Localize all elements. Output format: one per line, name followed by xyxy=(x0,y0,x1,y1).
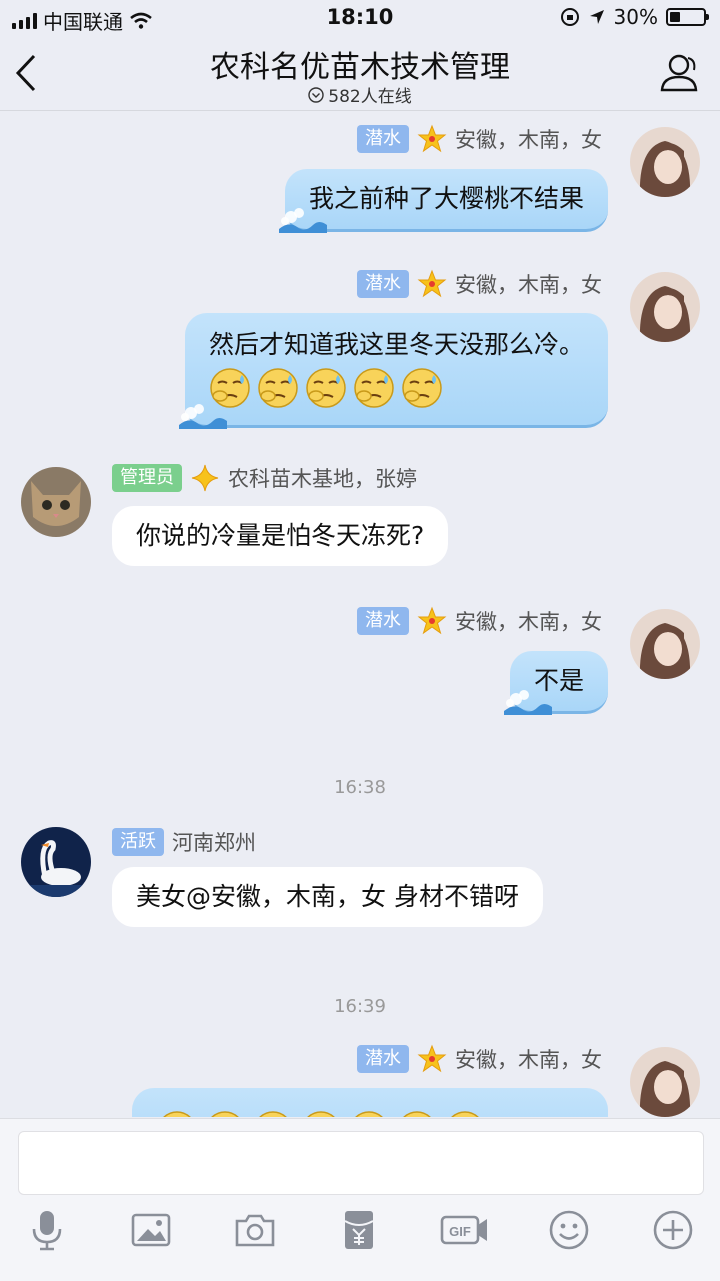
emoji-row xyxy=(156,1110,584,1117)
sender-name: 安徽，木南，女 xyxy=(455,273,602,297)
avatar[interactable] xyxy=(630,609,700,679)
rank-badge: 潜水 xyxy=(357,1045,409,1073)
image-icon[interactable] xyxy=(128,1207,174,1253)
sender-name: 农科苗木基地，张婷 xyxy=(228,467,417,491)
gif-icon[interactable]: GIF xyxy=(440,1207,490,1253)
avatar[interactable] xyxy=(21,467,91,537)
message-input[interactable] xyxy=(18,1131,704,1195)
message-bubble[interactable]: 不是 xyxy=(503,651,608,715)
message-bubble[interactable] xyxy=(132,1088,608,1117)
sweat-emoji-icon xyxy=(397,1111,437,1117)
rotation-lock-icon xyxy=(560,8,579,26)
message-bubble[interactable]: 你说的冷量是怕冬天冻死? xyxy=(112,506,449,566)
rank-badge: 管理员 xyxy=(112,464,182,492)
avatar[interactable] xyxy=(630,272,700,342)
emoji-row xyxy=(209,367,584,409)
sender-meta: 活跃 河南郑州 xyxy=(112,827,256,857)
status-bar: 中国联通 18:10 30% xyxy=(0,0,720,36)
avatar[interactable] xyxy=(630,1047,700,1117)
status-right: 30% xyxy=(560,5,709,29)
camera-icon[interactable] xyxy=(232,1207,278,1253)
diamond-star-icon xyxy=(191,464,219,492)
sweat-emoji-icon xyxy=(305,368,346,408)
message-outgoing: 潜水 安徽，木南，女 我之前种了大樱桃不结果 xyxy=(0,111,720,241)
star-icon xyxy=(417,124,447,153)
location-icon xyxy=(589,10,604,24)
smiley-icon[interactable] xyxy=(546,1207,592,1253)
message-incoming: 活跃 河南郑州 美女@安徽，木南，女 身材不错呀 xyxy=(0,811,720,951)
toolbar: GIF xyxy=(0,1207,720,1267)
online-count: 582人在线 xyxy=(0,82,720,107)
group-title: 农科名优苗木技术管理 xyxy=(210,50,510,85)
chevron-down-circle-icon xyxy=(308,86,324,103)
avatar[interactable] xyxy=(21,827,91,897)
online-count-label: 582人在线 xyxy=(328,87,412,107)
sweat-emoji-icon xyxy=(301,1111,341,1117)
sender-meta: 潜水 安徽，木南，女 xyxy=(357,124,602,154)
sweat-emoji-icon xyxy=(253,1111,293,1117)
sweat-emoji-icon xyxy=(401,368,442,408)
message-text: 我之前种了大樱桃不结果 xyxy=(308,184,584,213)
wave-decoration-icon xyxy=(278,208,327,233)
sweat-emoji-icon xyxy=(445,1111,485,1117)
sweat-emoji-icon xyxy=(257,368,298,408)
microphone-icon[interactable] xyxy=(24,1207,70,1253)
message-text: 你说的冷量是怕冬天冻死? xyxy=(136,521,425,550)
rank-badge: 潜水 xyxy=(357,125,409,153)
message-bubble[interactable]: 我之前种了大樱桃不结果 xyxy=(278,169,608,233)
sweat-emoji-icon xyxy=(353,368,394,408)
battery-fill xyxy=(670,12,680,22)
sweat-emoji-icon xyxy=(349,1111,389,1117)
wave-decoration-icon xyxy=(178,404,227,429)
wave-decoration-icon xyxy=(503,690,552,715)
time-separator: 16:38 xyxy=(334,777,386,798)
message-outgoing: 潜水 安徽，木南，女 xyxy=(0,1031,720,1117)
sweat-emoji-icon xyxy=(205,1111,245,1117)
rank-badge: 活跃 xyxy=(112,828,164,856)
star-icon xyxy=(417,269,447,298)
sender-meta: 潜水 安徽，木南，女 xyxy=(357,1044,602,1074)
battery-icon xyxy=(666,8,709,26)
message-bubble[interactable]: 然后才知道我这里冬天没那么冷。 xyxy=(178,313,608,429)
sender-name: 安徽，木南，女 xyxy=(455,1048,602,1072)
message-incoming: 管理员 农科苗木基地，张婷 你说的冷量是怕冬天冻死? xyxy=(0,451,720,591)
sender-name: 安徽，木南，女 xyxy=(455,128,602,152)
message-outgoing: 潜水 安徽，木南，女 不是 xyxy=(0,593,720,723)
sender-meta: 潜水 安徽，木南，女 xyxy=(357,606,602,636)
message-bubble[interactable]: 美女@安徽，木南，女 身材不错呀 xyxy=(112,867,543,927)
plus-icon[interactable] xyxy=(650,1207,696,1253)
star-icon xyxy=(417,606,447,635)
group-members-icon[interactable] xyxy=(656,50,702,96)
red-packet-icon[interactable] xyxy=(336,1207,382,1253)
rank-badge: 潜水 xyxy=(357,607,409,635)
svg-text:GIF: GIF xyxy=(449,1224,471,1239)
sweat-emoji-icon xyxy=(157,1111,197,1117)
sender-meta: 管理员 农科苗木基地，张婷 xyxy=(112,463,417,493)
sender-meta: 潜水 安徽，木南，女 xyxy=(357,269,602,299)
rank-badge: 潜水 xyxy=(357,270,409,298)
message-outgoing: 潜水 安徽，木南，女 然后才知道我这里冬天没那么冷。 xyxy=(0,256,720,436)
time-separator: 16:39 xyxy=(334,996,386,1017)
avatar[interactable] xyxy=(630,127,700,197)
star-icon xyxy=(417,1044,447,1073)
chat-header: 农科名优苗木技术管理 582人在线 xyxy=(0,36,720,111)
sender-name: 安徽，木南，女 xyxy=(455,610,602,634)
sender-name: 河南郑州 xyxy=(172,831,256,855)
message-text: 然后才知道我这里冬天没那么冷。 xyxy=(208,330,584,359)
battery-percent: 30% xyxy=(613,5,658,29)
message-list[interactable]: 潜水 安徽，木南，女 我之前种了大樱桃不结果 潜水 安徽，木南，女 然后才知道我… xyxy=(0,111,720,1117)
input-bar: GIF xyxy=(0,1118,720,1281)
message-text: 美女@安徽，木南，女 身材不错呀 xyxy=(136,882,519,911)
